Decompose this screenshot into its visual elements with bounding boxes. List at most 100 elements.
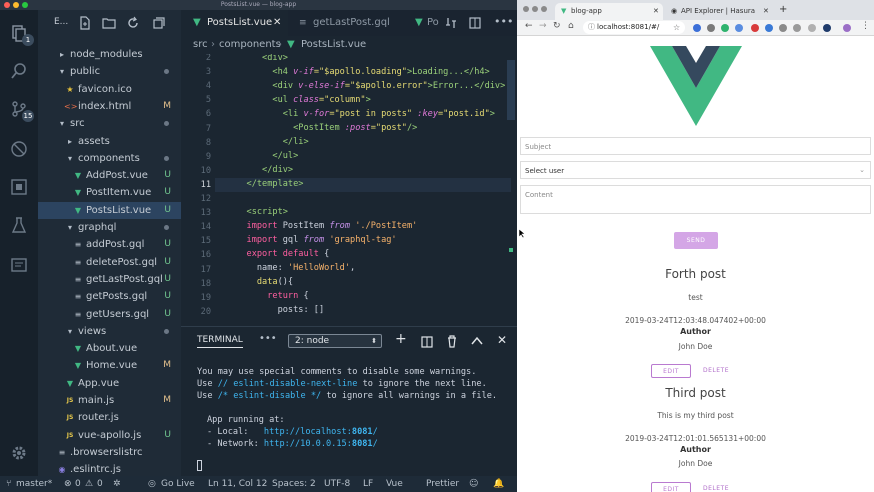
extension-icon[interactable] — [721, 24, 729, 32]
sync-icon[interactable]: ✲ — [113, 476, 121, 492]
open-changes-icon[interactable] — [445, 17, 457, 29]
split-terminal-icon[interactable] — [421, 336, 433, 348]
tree-item[interactable]: ≡ getUsers.gql U — [38, 306, 181, 323]
minimap-scrollbar[interactable] — [507, 60, 515, 120]
status-language[interactable]: Vue — [386, 476, 403, 492]
close-panel-icon[interactable]: ✕ — [497, 333, 507, 347]
back-icon[interactable]: ← — [525, 21, 533, 31]
status-indentation[interactable]: Spaces: 2 — [272, 476, 316, 492]
maximize-window-icon[interactable] — [541, 6, 547, 12]
search-icon[interactable] — [9, 62, 29, 82]
extension-icon[interactable] — [707, 24, 715, 32]
close-tab-icon[interactable]: ✕ — [763, 3, 769, 20]
maximize-window-icon[interactable] — [22, 2, 28, 8]
split-editor-icon[interactable] — [469, 17, 481, 29]
delete-post-button[interactable]: DELETE — [701, 482, 731, 492]
collapse-all-icon[interactable] — [152, 16, 166, 30]
tree-item[interactable]: ▸ assets — [38, 133, 181, 150]
profile-avatar[interactable] — [843, 24, 851, 32]
tree-item[interactable]: ≡ .browserslistrc — [38, 444, 181, 461]
go-live-button[interactable]: Go Live — [161, 476, 195, 492]
tree-item[interactable]: ▸ node_modules — [38, 46, 181, 63]
tree-item[interactable]: ▼ PostsList.vue U — [38, 201, 181, 219]
address-bar[interactable]: ⓘ localhost:8081/#/ ☆ — [583, 21, 685, 34]
content-textarea[interactable]: Content — [520, 185, 871, 214]
edit-post-button[interactable]: EDIT — [651, 364, 691, 378]
minimize-window-icon[interactable] — [13, 2, 19, 8]
tab-postslist-vue[interactable]: ▼ PostsList.vue ✕ — [181, 10, 288, 36]
edit-post-button[interactable]: EDIT — [651, 482, 691, 492]
forward-icon[interactable]: → — [539, 21, 547, 31]
tree-item[interactable]: ▼ AddPost.vue U — [38, 167, 181, 184]
extension-icon[interactable] — [765, 24, 773, 32]
tree-item[interactable]: ▾ graphql — [38, 219, 181, 236]
tree-item[interactable]: ≡ addPost.gql U — [38, 236, 181, 253]
close-tab-icon[interactable]: ✕ — [273, 10, 281, 36]
panel-icon[interactable] — [9, 256, 29, 276]
status-errors[interactable]: 0 — [75, 476, 81, 492]
extension-icon[interactable] — [823, 24, 831, 32]
breadcrumb-src[interactable]: src — [193, 36, 208, 54]
tab-terminal[interactable]: TERMINAL — [197, 335, 243, 348]
tree-item[interactable]: ▾ public — [38, 63, 181, 80]
bookmark-star-icon[interactable]: ☆ — [673, 21, 680, 34]
debug-icon[interactable] — [9, 140, 29, 160]
tree-item[interactable]: ★ favicon.ico — [38, 81, 181, 98]
reload-icon[interactable]: ↻ — [553, 21, 561, 31]
tree-item[interactable]: ▾ views — [38, 323, 181, 340]
chevron-up-icon[interactable] — [471, 336, 483, 346]
tree-item[interactable]: ▼ About.vue — [38, 340, 181, 357]
user-select[interactable]: Select user ⌄ — [520, 161, 871, 179]
new-tab-icon[interactable]: + — [779, 4, 787, 15]
terminal-output[interactable]: You may use special comments to disable … — [181, 356, 517, 476]
browser-tab-blog-app[interactable]: ▼ blog-app ✕ — [555, 3, 663, 20]
breadcrumb-components[interactable]: components — [219, 36, 281, 54]
extension-icon[interactable] — [779, 24, 787, 32]
extension-icon[interactable] — [693, 24, 701, 32]
code-editor[interactable]: 2 3 4 5 6 7 8 9 10 11 12 13 14 15 16 17 18 19 20 <div> <h4… — [181, 54, 517, 326]
extension-icon[interactable] — [808, 24, 816, 32]
tree-item[interactable]: JS router.js — [38, 409, 181, 426]
browser-menu-icon[interactable]: ⋮ — [861, 21, 870, 31]
close-window-icon[interactable] — [523, 6, 529, 12]
test-flask-icon[interactable] — [9, 216, 29, 236]
tree-item[interactable]: JS main.js M — [38, 392, 181, 409]
extension-icon[interactable] — [751, 24, 759, 32]
tree-item[interactable]: ≡ getPosts.gql U — [38, 288, 181, 305]
tab-getlastpost-gql[interactable]: ≡ getLastPost.gql — [289, 10, 399, 36]
home-icon[interactable]: ⌂ — [568, 21, 574, 31]
add-terminal-icon[interactable]: + — [395, 331, 407, 347]
terminal-select[interactable]: 2: node ⬍ — [288, 334, 382, 348]
breadcrumb-file[interactable]: PostsList.vue — [301, 36, 366, 54]
tree-item[interactable]: JS vue-apollo.js U — [38, 427, 181, 444]
tab-postitem-vue[interactable]: ▼ Po — [407, 10, 441, 36]
more-icon[interactable]: ••• — [259, 333, 277, 344]
extensions-icon[interactable] — [9, 178, 29, 198]
tree-item[interactable]: ▼ App.vue — [38, 375, 181, 392]
more-actions-icon[interactable]: ••• — [494, 15, 513, 28]
browser-tab-hasura[interactable]: ◉ API Explorer | Hasura ✕ — [665, 3, 773, 20]
settings-gear-icon[interactable] — [9, 444, 29, 464]
trash-icon[interactable] — [446, 335, 458, 348]
status-eol[interactable]: LF — [363, 476, 373, 492]
tree-item[interactable]: ▼ PostItem.vue U — [38, 184, 181, 201]
tree-item[interactable]: ▾ components — [38, 150, 181, 167]
status-encoding[interactable]: UTF-8 — [324, 476, 350, 492]
info-icon[interactable]: ⓘ — [588, 21, 595, 34]
tree-item[interactable]: ≡ getLastPost.gql U — [38, 271, 181, 288]
tree-item[interactable]: ▼ Home.vue M — [38, 357, 181, 374]
delete-post-button[interactable]: DELETE — [701, 364, 731, 378]
new-file-icon[interactable] — [78, 16, 92, 30]
status-warnings[interactable]: 0 — [97, 476, 103, 492]
subject-input[interactable]: Subject — [520, 137, 871, 155]
send-button[interactable]: SEND — [674, 232, 718, 249]
close-window-icon[interactable] — [4, 2, 10, 8]
smiley-feedback-icon[interactable]: ☺ — [469, 476, 478, 492]
tree-item[interactable]: ◉ .eslintrc.js — [38, 461, 181, 476]
new-folder-icon[interactable] — [102, 16, 116, 30]
refresh-icon[interactable] — [126, 16, 140, 30]
tree-item[interactable]: <> index.html M — [38, 98, 181, 115]
tree-item[interactable]: ▾ src — [38, 115, 181, 132]
status-branch[interactable]: master* — [16, 476, 52, 492]
tree-item[interactable]: ≡ deletePost.gql U — [38, 254, 181, 271]
